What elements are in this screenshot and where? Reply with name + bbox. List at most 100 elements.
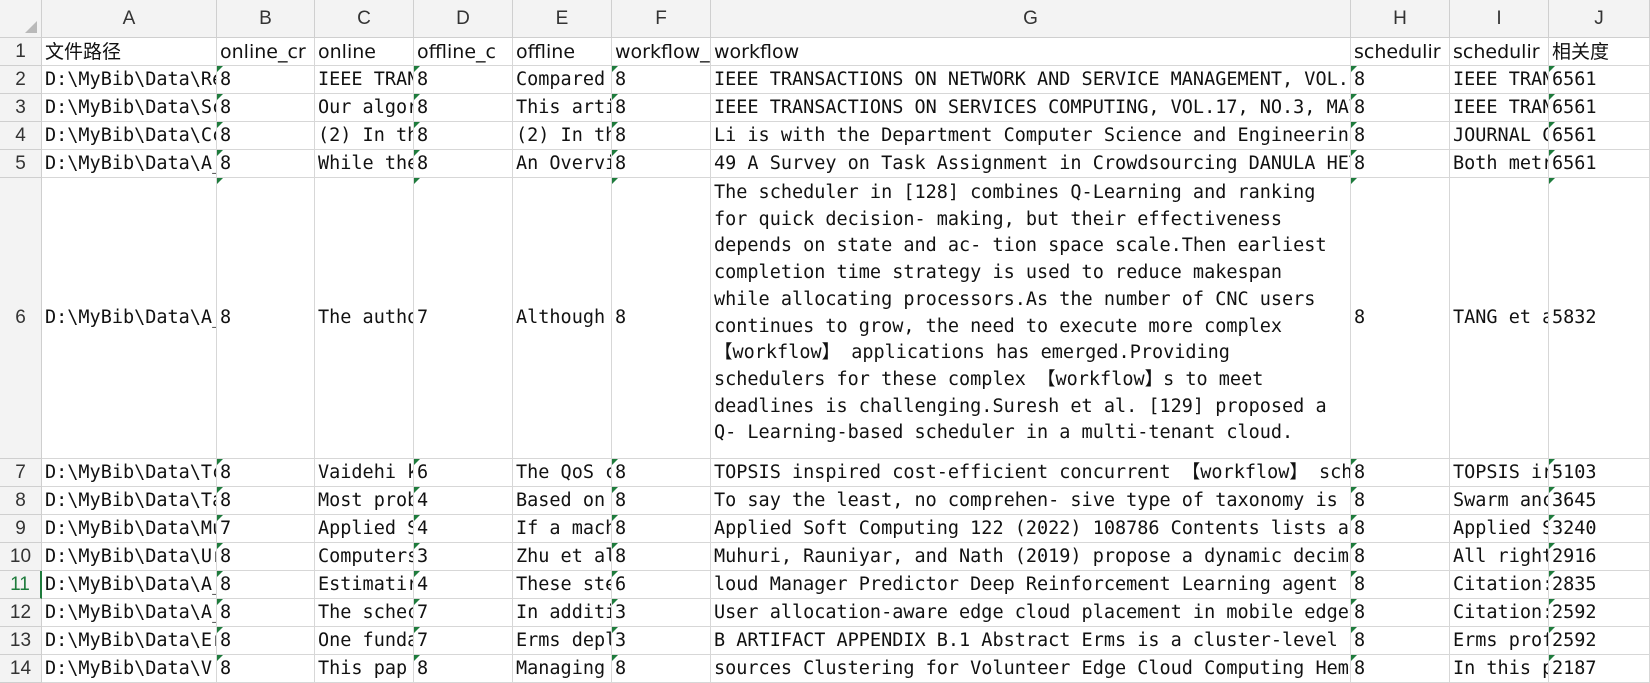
cell-e12[interactable]: In additi (513, 599, 612, 627)
cell-b12[interactable]: 8 (217, 599, 315, 627)
cell-j12[interactable]: 2592 (1549, 599, 1650, 627)
cell-g1[interactable]: workflow (711, 38, 1351, 66)
cell-f5[interactable]: 8 (612, 150, 711, 178)
cell-f2[interactable]: 8 (612, 66, 711, 94)
cell-f6[interactable]: 8 (612, 178, 711, 459)
row-header-2[interactable]: 2 (0, 66, 42, 94)
cell-d4[interactable]: 8 (414, 122, 513, 150)
cell-i13[interactable]: Erms prof (1450, 627, 1549, 655)
cell-a11[interactable]: D:\MyBib\Data\A_ (42, 571, 217, 599)
row-header-13[interactable]: 13 (0, 627, 42, 655)
cell-f13[interactable]: 3 (612, 627, 711, 655)
cell-e9[interactable]: If a mach (513, 515, 612, 543)
cell-h1[interactable]: schedulir (1351, 38, 1450, 66)
row-header-4[interactable]: 4 (0, 122, 42, 150)
row-header-8[interactable]: 8 (0, 487, 42, 515)
cell-i1[interactable]: schedulir (1450, 38, 1549, 66)
cell-a2[interactable]: D:\MyBib\Data\Re (42, 66, 217, 94)
row-header-11[interactable]: 11 (0, 571, 42, 599)
row-header-6[interactable]: 6 (0, 178, 42, 459)
cell-b10[interactable]: 8 (217, 543, 315, 571)
cell-d10[interactable]: 3 (414, 543, 513, 571)
cell-d13[interactable]: 7 (414, 627, 513, 655)
cell-d11[interactable]: 4 (414, 571, 513, 599)
cell-b1[interactable]: online_cr (217, 38, 315, 66)
cell-f9[interactable]: 8 (612, 515, 711, 543)
cell-b8[interactable]: 8 (217, 487, 315, 515)
column-header-d[interactable]: D (414, 0, 513, 38)
row-header-9[interactable]: 9 (0, 515, 42, 543)
cell-h4[interactable]: 8 (1351, 122, 1450, 150)
cell-h5[interactable]: 8 (1351, 150, 1450, 178)
cell-d5[interactable]: 8 (414, 150, 513, 178)
cell-j8[interactable]: 3645 (1549, 487, 1650, 515)
select-all-corner[interactable] (0, 0, 42, 38)
cell-a12[interactable]: D:\MyBib\Data\A_ (42, 599, 217, 627)
cell-c13[interactable]: One funda (315, 627, 414, 655)
cell-a8[interactable]: D:\MyBib\Data\Ta (42, 487, 217, 515)
row-header-14[interactable]: 14 (0, 655, 42, 683)
cell-i14[interactable]: In this p (1450, 655, 1549, 683)
cell-i7[interactable]: TOPSIS ir (1450, 459, 1549, 487)
cell-i8[interactable]: Swarm anc (1450, 487, 1549, 515)
cell-c5[interactable]: While the (315, 150, 414, 178)
cell-h13[interactable]: 8 (1351, 627, 1450, 655)
cell-c10[interactable]: Computers (315, 543, 414, 571)
cell-g13[interactable]: B ARTIFACT APPENDIX B.1 Abstract Erms is… (711, 627, 1351, 655)
cell-g2[interactable]: IEEE TRANSACTIONS ON NETWORK AND SERVICE… (711, 66, 1351, 94)
cell-c14[interactable]: This pap (315, 655, 414, 683)
cell-j10[interactable]: 2916 (1549, 543, 1650, 571)
cell-d14[interactable]: 8 (414, 655, 513, 683)
cell-f12[interactable]: 3 (612, 599, 711, 627)
column-header-g[interactable]: G (711, 0, 1351, 38)
cell-f8[interactable]: 8 (612, 487, 711, 515)
cell-i9[interactable]: Applied S (1450, 515, 1549, 543)
column-header-c[interactable]: C (315, 0, 414, 38)
cell-f4[interactable]: 8 (612, 122, 711, 150)
cell-j3[interactable]: 6561 (1549, 94, 1650, 122)
cell-c7[interactable]: Vaidehi k (315, 459, 414, 487)
cell-e7[interactable]: The QoS c (513, 459, 612, 487)
cell-e2[interactable]: Compared (513, 66, 612, 94)
column-header-j[interactable]: J (1549, 0, 1650, 38)
cell-g14[interactable]: sources Clustering for Volunteer Edge Cl… (711, 655, 1351, 683)
cell-e13[interactable]: Erms depl (513, 627, 612, 655)
column-header-e[interactable]: E (513, 0, 612, 38)
cell-g6[interactable]: The scheduler in [128] combines Q-Learni… (711, 178, 1351, 459)
cell-g7[interactable]: TOPSIS inspired cost-efficient concurren… (711, 459, 1351, 487)
cell-i11[interactable]: Citation: (1450, 571, 1549, 599)
column-header-f[interactable]: F (612, 0, 711, 38)
cell-c4[interactable]: (2) In th (315, 122, 414, 150)
cell-j5[interactable]: 6561 (1549, 150, 1650, 178)
cell-d7[interactable]: 6 (414, 459, 513, 487)
cell-e11[interactable]: These ste (513, 571, 612, 599)
cell-e4[interactable]: (2) In th (513, 122, 612, 150)
cell-d6[interactable]: 7 (414, 178, 513, 459)
cell-d3[interactable]: 8 (414, 94, 513, 122)
cell-a10[interactable]: D:\MyBib\Data\Ur (42, 543, 217, 571)
cell-e14[interactable]: Managing (513, 655, 612, 683)
cell-e5[interactable]: An Overvi (513, 150, 612, 178)
cell-a9[interactable]: D:\MyBib\Data\Mu (42, 515, 217, 543)
cell-d9[interactable]: 4 (414, 515, 513, 543)
cell-b2[interactable]: 8 (217, 66, 315, 94)
cell-a13[interactable]: D:\MyBib\Data\Er (42, 627, 217, 655)
cell-f10[interactable]: 8 (612, 543, 711, 571)
cell-j13[interactable]: 2592 (1549, 627, 1650, 655)
cell-h8[interactable]: 8 (1351, 487, 1450, 515)
row-header-1[interactable]: 1 (0, 38, 42, 66)
cell-b7[interactable]: 8 (217, 459, 315, 487)
cell-j4[interactable]: 6561 (1549, 122, 1650, 150)
cell-i10[interactable]: All right (1450, 543, 1549, 571)
cell-g11[interactable]: loud Manager Predictor Deep Reinforcemen… (711, 571, 1351, 599)
cell-a1[interactable]: 文件路径 (42, 38, 217, 66)
cell-b13[interactable]: 8 (217, 627, 315, 655)
cell-a14[interactable]: D:\MyBib\Data\V (42, 655, 217, 683)
row-header-12[interactable]: 12 (0, 599, 42, 627)
cell-f1[interactable]: workflow_ (612, 38, 711, 66)
cell-f3[interactable]: 8 (612, 94, 711, 122)
row-header-7[interactable]: 7 (0, 459, 42, 487)
cell-h6[interactable]: 8 (1351, 178, 1450, 459)
cell-i12[interactable]: Citation: (1450, 599, 1549, 627)
cell-h7[interactable]: 8 (1351, 459, 1450, 487)
